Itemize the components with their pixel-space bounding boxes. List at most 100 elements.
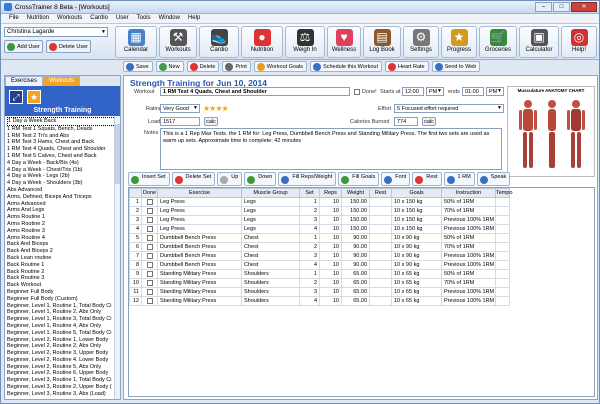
effort-select[interactable]: 5 Focused effort required ▼: [394, 104, 504, 113]
routine-list-item[interactable]: Beginner, Level 1, Routine 2, Abs Only: [7, 309, 118, 316]
expand-icon[interactable]: ⤢: [9, 90, 23, 104]
fill-goals-button[interactable]: Fill Goals: [338, 172, 380, 186]
routine-list-item[interactable]: 1 RM Test 5 Calves, Chest and Back: [7, 153, 118, 160]
calories-field[interactable]: 774: [394, 117, 418, 126]
routine-list-item[interactable]: 1 RM Test 3 Hams, Chest and Back: [7, 139, 118, 146]
tab-exercises[interactable]: Exercises: [5, 76, 44, 86]
routine-list-item[interactable]: Beginner, Level 1, Routine 4, Abs Only: [7, 323, 118, 330]
speak-button[interactable]: Speak: [476, 172, 511, 186]
notes-field[interactable]: This is a 1 Rep Max Tests. the 1 RM for:…: [160, 128, 502, 170]
column-header[interactable]: Instruction: [441, 188, 496, 198]
table-row[interactable]: 5 Dumbbell Bench Press Chest 1 10 90.00 10 x 9…: [129, 233, 510, 243]
done-checkbox[interactable]: [146, 261, 153, 268]
table-cell[interactable]: [141, 269, 158, 279]
workout-goals-button[interactable]: Workout Goals: [253, 61, 308, 72]
user-select[interactable]: Christina Lagarde ▼: [4, 27, 108, 37]
routine-list-item[interactable]: Beginner, Level 1, Routine 5, Total Body…: [7, 330, 118, 337]
toolbar-weighin-button[interactable]: ⚖ Weigh In: [285, 26, 325, 58]
maximize-button[interactable]: □: [553, 2, 570, 12]
menu-cardio[interactable]: Cardio: [86, 14, 112, 23]
table-row[interactable]: 2 Leg Press Legs 2 10 150.00 10 x 150 kg 70% of…: [129, 206, 510, 216]
table-cell[interactable]: [141, 206, 158, 216]
rating-select[interactable]: Very Good ▼: [160, 104, 200, 113]
routine-list-item[interactable]: Arms And Legs: [7, 207, 118, 214]
table-cell[interactable]: [141, 251, 158, 261]
routine-list-item[interactable]: Beginner, Level 2, Routine 3, Upper Body: [7, 350, 118, 357]
heart-rate-button[interactable]: Heart Rate: [385, 61, 429, 72]
done-checkbox[interactable]: [146, 198, 153, 205]
routine-list-item[interactable]: 1 RM Test 1 Squats, Bench, Deads: [7, 126, 118, 133]
add-user-button[interactable]: Add User: [4, 40, 43, 53]
done-checkbox[interactable]: [146, 279, 153, 286]
routine-list-item[interactable]: Beginner, Level 1, Routine 1, Total Body…: [7, 303, 118, 310]
column-header[interactable]: Reps: [319, 188, 342, 198]
routine-list-item[interactable]: 1 Day a Week Back: [7, 117, 118, 126]
routine-list-item[interactable]: Back Routine 1: [7, 262, 118, 269]
start-ampm-select[interactable]: PM ▼: [426, 87, 444, 96]
routine-list-item[interactable]: Beginner, Level 2, Routine 4, Lower Body: [7, 357, 118, 364]
done-checkbox[interactable]: [146, 252, 153, 259]
new-button[interactable]: New: [155, 61, 184, 72]
category-icon[interactable]: ★: [27, 90, 41, 104]
routine-list-item[interactable]: Back And Biceps: [7, 241, 118, 248]
routine-list-item[interactable]: Arms Routine 3: [7, 228, 118, 235]
delete-set-button[interactable]: Delete Set: [171, 172, 216, 186]
menu-window[interactable]: Window: [155, 14, 184, 23]
table-row[interactable]: 3 Leg Press Legs 3 10 150.00 10 x 150 kg Previo…: [129, 215, 510, 225]
table-cell[interactable]: [141, 278, 158, 288]
toolbar-help-button[interactable]: ◎ Help!: [561, 26, 597, 58]
routine-list-item[interactable]: Back Lean routine: [7, 255, 118, 262]
done-checkbox[interactable]: [146, 207, 153, 214]
table-cell[interactable]: [141, 242, 158, 252]
done-checkbox[interactable]: [146, 270, 153, 277]
column-header[interactable]: Set: [299, 188, 320, 198]
table-cell[interactable]: [141, 233, 158, 243]
toolbar-logbook-button[interactable]: ▤ Log Book: [363, 26, 401, 58]
toolbar-progress-button[interactable]: ★ Progress: [441, 26, 477, 58]
routine-list-item[interactable]: Arms Routine 4: [7, 235, 118, 242]
table-cell[interactable]: [141, 224, 158, 234]
table-cell[interactable]: [141, 197, 158, 207]
tab-workouts[interactable]: Workouts: [43, 76, 81, 86]
routine-list-item[interactable]: Beginner Full Body (Custom): [7, 296, 118, 303]
table-row[interactable]: 6 Dumbbell Bench Press Chest 2 10 90.00 10 x 9…: [129, 242, 510, 252]
toolbar-nutrition-button[interactable]: ● Nutrition: [241, 26, 283, 58]
workout-name-field[interactable]: 1 RM Test 4 Quads, Chest and Shoulder: [160, 87, 350, 96]
routine-list-item[interactable]: Arms, Defined, Biceps And Triceps: [7, 194, 118, 201]
toolbar-groceries-button[interactable]: 🛒 Groceries: [479, 26, 517, 58]
column-header[interactable]: Tempo: [495, 188, 513, 198]
load-field[interactable]: 1517: [160, 117, 200, 126]
start-time-field[interactable]: 12:00: [402, 87, 424, 96]
end-ampm-select[interactable]: PM ▼: [486, 87, 504, 96]
table-row[interactable]: 10 Standing Military Press Shoulders 2 10 65.…: [129, 278, 510, 288]
done-checkbox[interactable]: [146, 225, 153, 232]
toolbar-wellness-button[interactable]: ♥ Wellness: [327, 26, 361, 58]
table-row[interactable]: 1 Leg Press Legs 1 10 150.00 10 x 150 kg 50% of…: [129, 197, 510, 207]
delete-button[interactable]: Delete: [186, 61, 220, 72]
routine-list-item[interactable]: Beginner, Level 3, Routine 1, Total Body…: [7, 377, 118, 384]
column-header[interactable]: Muscle Group: [241, 188, 300, 198]
routine-list-item[interactable]: Back Routine 3: [7, 275, 118, 282]
table-row[interactable]: 4 Leg Press Legs 4 10 150.00 10 x 150 kg Previo…: [129, 224, 510, 234]
routine-list-item[interactable]: Beginner Full Body: [7, 289, 118, 296]
down-button[interactable]: Down: [244, 172, 277, 186]
menu-file[interactable]: File: [5, 14, 23, 23]
routine-list-item[interactable]: Abs Advanced: [7, 187, 118, 194]
table-row[interactable]: 9 Standing Military Press Shoulders 1 10 65.0…: [129, 269, 510, 279]
column-header[interactable]: Goals: [391, 188, 442, 198]
menu-workouts[interactable]: Workouts: [53, 14, 86, 23]
table-cell[interactable]: [141, 215, 158, 225]
menu-tools[interactable]: Tools: [133, 14, 155, 23]
routine-list-item[interactable]: 4 Day a Week - Shoulders (3b): [7, 180, 118, 187]
column-header[interactable]: [129, 188, 142, 198]
insert-set-button[interactable]: Insert Set: [128, 172, 170, 186]
table-row[interactable]: 7 Dumbbell Bench Press Chest 3 10 90.00 10 x 9…: [129, 251, 510, 261]
font-button[interactable]: Font: [381, 172, 411, 186]
routine-list-item[interactable]: Beginner, Level 3, Routine 2, Upper Body…: [7, 384, 118, 391]
routine-list-item[interactable]: Beginner, Level 2, Routine 1, Lower Body: [7, 337, 118, 344]
toolbar-calendar-button[interactable]: ▦ Calendar: [115, 26, 157, 58]
fill-reps-weight-button[interactable]: Fill Reps/Weight: [278, 172, 337, 186]
calories-calc-button[interactable]: calc: [422, 117, 436, 126]
routine-list-scrollbar[interactable]: [114, 116, 120, 399]
rating-stars[interactable]: ★★★★: [203, 104, 229, 113]
